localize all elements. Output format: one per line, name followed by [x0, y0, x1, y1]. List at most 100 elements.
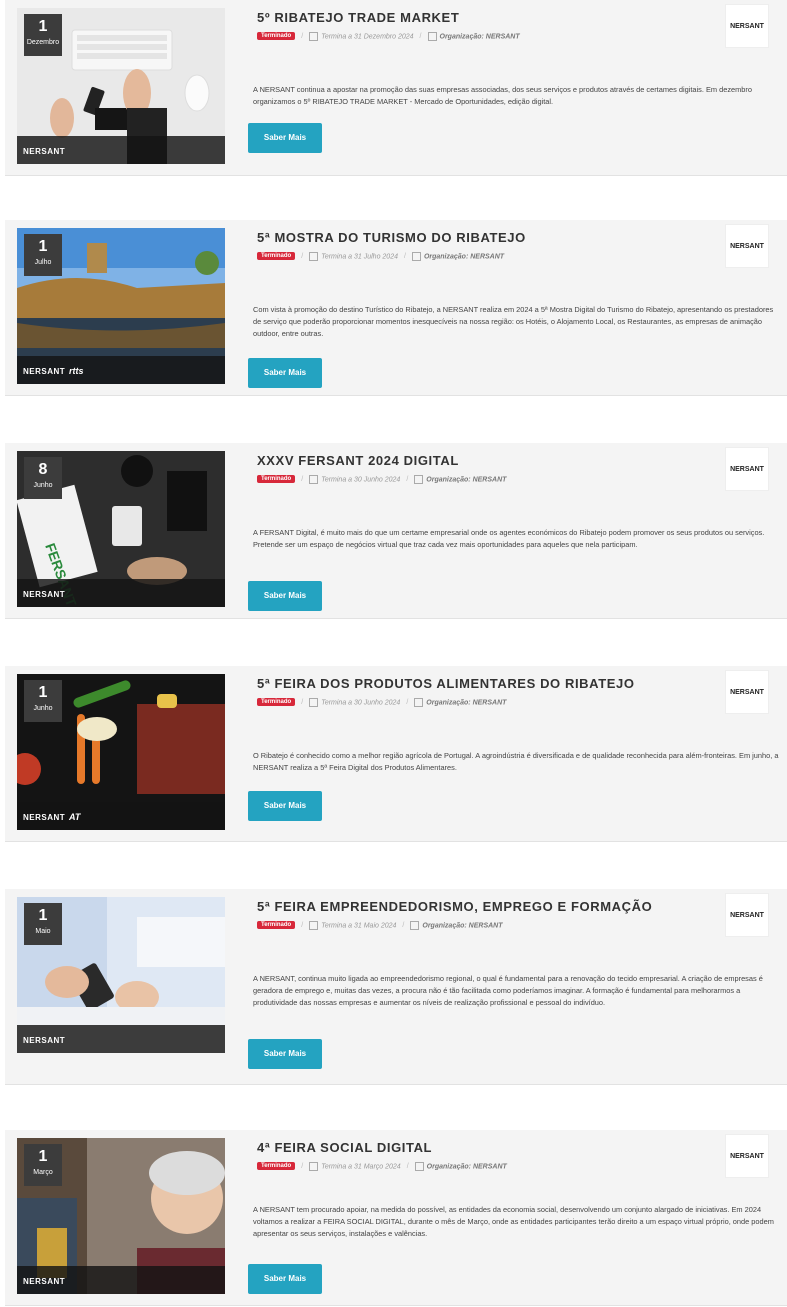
event-title[interactable]: 5º RIBATEJO TRADE MARKET	[257, 10, 459, 25]
event-title[interactable]: 5ª MOSTRA DO TURISMO DO RIBATEJO	[257, 230, 526, 245]
document-icon	[414, 474, 424, 484]
end-date: Termina a 31 Maio 2024	[309, 920, 397, 930]
end-date: Termina a 31 Março 2024	[309, 1161, 401, 1171]
event-month: Maio	[35, 928, 51, 935]
end-date-text: Termina a 30 Junho 2024	[321, 698, 401, 706]
event-thumbnail[interactable]: 1 Julho NERSANT rtts	[17, 228, 225, 384]
event-day: 1	[38, 907, 48, 924]
event-meta: Terminado / Termina a 31 Dezembro 2024 /…	[257, 29, 520, 43]
separator: /	[406, 475, 409, 483]
organizer-logo: NERSANT	[725, 4, 769, 48]
event-title[interactable]: XXXV FERSANT 2024 DIGITAL	[257, 453, 459, 468]
saber-mais-button[interactable]: Saber Mais	[248, 791, 322, 821]
end-date: Termina a 30 Junho 2024	[309, 474, 401, 484]
separator: /	[301, 921, 304, 929]
separator: /	[301, 475, 304, 483]
event-meta: Terminado / Termina a 30 Junho 2024 / Or…	[257, 472, 506, 486]
event-day: 1	[38, 18, 48, 35]
saber-mais-button[interactable]: Saber Mais	[248, 123, 322, 153]
nersant-logo: NERSANT	[23, 590, 66, 599]
organizer: Organização: NERSANT	[410, 920, 503, 930]
end-date-text: Termina a 31 Março 2024	[321, 1162, 401, 1170]
event-description: A NERSANT, continua muito ligada ao empr…	[253, 974, 763, 1007]
event-card: FERSANT 8 Junho NERSANT XXXV FERSANT 202…	[5, 443, 787, 619]
event-card: 1 Maio NERSANT 5ª FEIRA EMPREENDEDORISMO…	[5, 889, 787, 1085]
separator: /	[403, 252, 406, 260]
calendar-icon	[309, 920, 319, 930]
separator: /	[419, 32, 422, 40]
nersant-logo: NERSANT	[23, 1277, 66, 1286]
organizer-text: Organização: NERSANT	[423, 252, 505, 260]
organizer-text: Organização: NERSANT	[439, 32, 520, 40]
separator: /	[406, 698, 409, 706]
document-icon	[414, 1161, 424, 1171]
organizer: Organização: NERSANT	[414, 1161, 507, 1171]
event-day: 1	[38, 684, 48, 701]
calendar-icon	[309, 697, 319, 707]
calendar-icon	[309, 474, 319, 484]
calendar-icon	[309, 251, 319, 261]
end-date: Termina a 31 Julho 2024	[309, 251, 398, 261]
saber-mais-button[interactable]: Saber Mais	[248, 1264, 322, 1294]
event-thumbnail[interactable]: 1 Dezembro NERSANT	[17, 8, 225, 164]
event-month: Julho	[34, 259, 52, 266]
organizer-logo: NERSANT	[725, 224, 769, 268]
organizer: Organização: NERSANT	[411, 251, 505, 261]
organizer: Organização: NERSANT	[414, 697, 507, 707]
calendar-icon	[309, 1161, 319, 1171]
event-date-badge: 1 Julho	[24, 234, 62, 276]
thumbnail-footer: NERSANT rtts	[17, 356, 225, 384]
separator: /	[301, 1162, 304, 1170]
event-thumbnail[interactable]: FERSANT 8 Junho NERSANT	[17, 451, 225, 607]
nersant-logo: NERSANT	[23, 1036, 66, 1045]
document-icon	[414, 697, 424, 707]
event-card: 1 Junho NERSANT AT 5ª FEIRA DOS PRODUTOS…	[5, 666, 787, 842]
event-month: Junho	[33, 482, 53, 489]
event-month: Dezembro	[26, 39, 60, 46]
nersant-logo: NERSANT	[23, 147, 66, 156]
document-icon	[427, 31, 437, 41]
end-date-text: Termina a 31 Maio 2024	[321, 921, 397, 929]
event-title[interactable]: 5ª FEIRA DOS PRODUTOS ALIMENTARES DO RIB…	[257, 676, 635, 691]
event-meta: Terminado / Termina a 31 Maio 2024 / Org…	[257, 918, 503, 932]
event-thumbnail[interactable]: 1 Maio NERSANT	[17, 897, 225, 1053]
event-date-badge: 8 Junho	[24, 457, 62, 499]
saber-mais-button[interactable]: Saber Mais	[248, 581, 322, 611]
thumbnail-footer: NERSANT	[17, 1266, 225, 1294]
event-month: Março	[33, 1169, 53, 1176]
document-icon	[411, 251, 421, 261]
end-date-text: Termina a 31 Julho 2024	[321, 252, 398, 260]
end-date-text: Termina a 30 Junho 2024	[321, 475, 401, 483]
partner-logo: AT	[69, 812, 81, 822]
saber-mais-button[interactable]: Saber Mais	[248, 1039, 322, 1069]
organizer-text: Organização: NERSANT	[426, 1162, 507, 1170]
organizer: Organização: NERSANT	[414, 474, 506, 484]
event-day: 1	[38, 1148, 48, 1165]
saber-mais-button[interactable]: Saber Mais	[248, 358, 322, 388]
nersant-logo: NERSANT	[23, 813, 66, 822]
event-date-badge: 1 Maio	[24, 903, 62, 945]
organizer-text: Organização: NERSANT	[422, 921, 503, 929]
event-title[interactable]: 4ª FEIRA SOCIAL DIGITAL	[257, 1140, 432, 1155]
event-thumbnail[interactable]: 1 Junho NERSANT AT	[17, 674, 225, 830]
organizer-logo: NERSANT	[725, 1134, 769, 1178]
organizer: Organização: NERSANT	[427, 31, 520, 41]
event-meta: Terminado / Termina a 31 Julho 2024 / Or…	[257, 249, 504, 263]
event-card: 1 Julho NERSANT rtts 5ª MOSTRA DO TURISM…	[5, 220, 787, 396]
event-date-badge: 1 Dezembro	[24, 14, 62, 56]
separator: /	[301, 252, 304, 260]
end-date-text: Termina a 31 Dezembro 2024	[321, 32, 414, 40]
end-date: Termina a 30 Junho 2024	[309, 697, 401, 707]
event-card: 1 Dezembro NERSANT 5º RIBATEJO TRADE MAR…	[5, 0, 787, 176]
event-title[interactable]: 5ª FEIRA EMPREENDEDORISMO, EMPREGO E FOR…	[257, 899, 652, 914]
event-description: A NERSANT continua a apostar na promoção…	[253, 85, 752, 106]
event-thumbnail[interactable]: 1 Março NERSANT	[17, 1138, 225, 1294]
event-day: 8	[38, 461, 48, 478]
status-badge: Terminado	[257, 1162, 296, 1170]
event-date-badge: 1 Junho	[24, 680, 62, 722]
partner-logo: rtts	[69, 366, 84, 376]
organizer-text: Organização: NERSANT	[426, 698, 507, 706]
status-badge: Terminado	[257, 32, 296, 40]
status-badge: Terminado	[257, 698, 296, 706]
nersant-logo: NERSANT	[23, 367, 66, 376]
